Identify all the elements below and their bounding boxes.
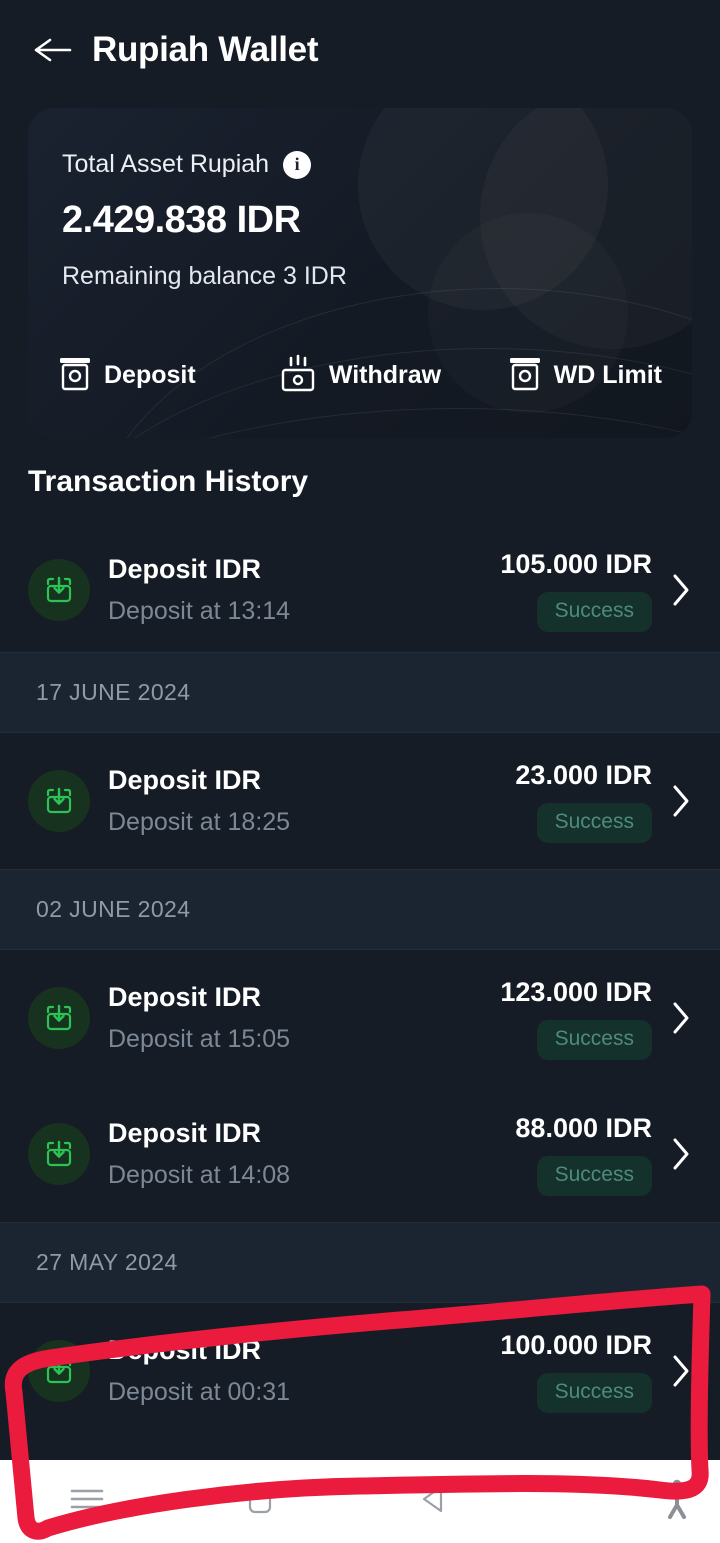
deposit-machine-icon — [58, 353, 92, 398]
transaction-history-title: Transaction History — [28, 465, 309, 498]
remaining-balance: Remaining balance 3 IDR — [62, 262, 347, 290]
back-button[interactable] — [30, 27, 76, 73]
chevron-right-icon[interactable] — [666, 999, 696, 1037]
recents-menu-icon — [66, 1484, 108, 1519]
transaction-amount: 123.000 IDR — [500, 976, 652, 1007]
date-group-header: 27 MAY 2024 — [0, 1222, 720, 1303]
accessibility-person-icon — [660, 1477, 694, 1526]
transaction-list: Deposit IDR Deposit at 13:14 105.000 IDR… — [0, 528, 720, 1439]
deposit-arrow-icon — [28, 987, 90, 1049]
transaction-title: Deposit IDR — [108, 1118, 262, 1148]
withdraw-machine-icon — [279, 353, 317, 398]
recents-button[interactable] — [0, 1484, 174, 1519]
android-navigation-bar — [0, 1460, 720, 1543]
table-row[interactable]: Deposit IDR Deposit at 15:05 123.000 IDR… — [0, 950, 720, 1086]
table-row[interactable]: Deposit IDR Deposit at 13:14 105.000 IDR… — [0, 528, 720, 652]
deposit-arrow-icon — [28, 1340, 90, 1402]
status-badge: Success — [536, 1372, 652, 1413]
date-group-label: 02 JUNE 2024 — [36, 896, 191, 922]
table-row[interactable]: Deposit IDR Deposit at 14:08 88.000 IDR … — [0, 1086, 720, 1222]
total-asset-label: Total Asset Rupiah — [62, 150, 270, 178]
back-triangle-icon — [417, 1482, 451, 1521]
transaction-amount: 105.000 IDR — [500, 548, 652, 579]
transaction-subtitle: Deposit at 13:14 — [108, 597, 291, 625]
chevron-right-icon[interactable] — [666, 571, 696, 609]
chevron-right-icon[interactable] — [666, 1352, 696, 1390]
status-badge: Success — [536, 802, 652, 843]
date-group-label: 27 MAY 2024 — [36, 1249, 178, 1275]
chevron-right-icon[interactable] — [666, 782, 696, 820]
transaction-amount: 23.000 IDR — [515, 759, 652, 790]
date-group-header: 17 JUNE 2024 — [0, 652, 720, 733]
total-asset-label-row: Total Asset Rupiah i — [62, 150, 692, 179]
transaction-title: Deposit IDR — [108, 765, 262, 795]
status-badge: Success — [536, 1155, 652, 1196]
transaction-amount: 88.000 IDR — [515, 1112, 652, 1143]
wd-limit-machine-icon — [508, 353, 542, 398]
withdraw-label: Withdraw — [328, 361, 442, 389]
transaction-subtitle: Deposit at 18:25 — [108, 808, 291, 836]
transaction-subtitle: Deposit at 15:05 — [108, 1025, 291, 1053]
rupiah-wallet-screen: Rupiah Wallet Total Asset Rupiah i 2.429… — [0, 0, 720, 1543]
total-asset-amount: 2.429.838 IDR — [62, 199, 301, 241]
page-title: Rupiah Wallet — [92, 30, 319, 69]
info-icon[interactable]: i — [283, 150, 312, 179]
app-header: Rupiah Wallet — [0, 0, 720, 100]
deposit-arrow-icon — [28, 770, 90, 832]
deposit-button[interactable]: Deposit — [58, 353, 259, 398]
transaction-subtitle: Deposit at 00:31 — [108, 1378, 291, 1406]
withdraw-button[interactable]: Withdraw — [259, 353, 460, 398]
home-square-icon — [244, 1482, 276, 1521]
deposit-arrow-icon — [28, 559, 90, 621]
accessibility-button[interactable] — [521, 1477, 720, 1526]
table-row[interactable]: Deposit IDR Deposit at 18:25 23.000 IDR … — [0, 733, 720, 869]
card-action-row: Deposit Withdraw WD Limit — [28, 353, 692, 398]
transaction-title: Deposit IDR — [108, 1335, 262, 1365]
date-group-label: 17 JUNE 2024 — [36, 679, 191, 705]
transaction-amount: 100.000 IDR — [500, 1329, 652, 1360]
wd-limit-button[interactable]: WD Limit — [461, 353, 662, 398]
total-asset-card: Total Asset Rupiah i 2.429.838 IDR Remai… — [28, 108, 692, 438]
date-group-header: 02 JUNE 2024 — [0, 869, 720, 950]
chevron-right-icon[interactable] — [666, 1135, 696, 1173]
transaction-title: Deposit IDR — [108, 982, 262, 1012]
table-row[interactable]: Deposit IDR Deposit at 00:31 100.000 IDR… — [0, 1303, 720, 1439]
wd-limit-label: WD Limit — [553, 361, 662, 389]
deposit-arrow-icon — [28, 1123, 90, 1185]
status-badge: Success — [536, 1019, 652, 1060]
status-badge: Success — [536, 591, 652, 632]
deposit-label: Deposit — [104, 361, 196, 389]
transaction-subtitle: Deposit at 14:08 — [108, 1161, 291, 1189]
transaction-title: Deposit IDR — [108, 554, 262, 584]
back-nav-button[interactable] — [347, 1482, 521, 1521]
arrow-left-icon — [33, 36, 73, 64]
home-button[interactable] — [174, 1482, 348, 1521]
